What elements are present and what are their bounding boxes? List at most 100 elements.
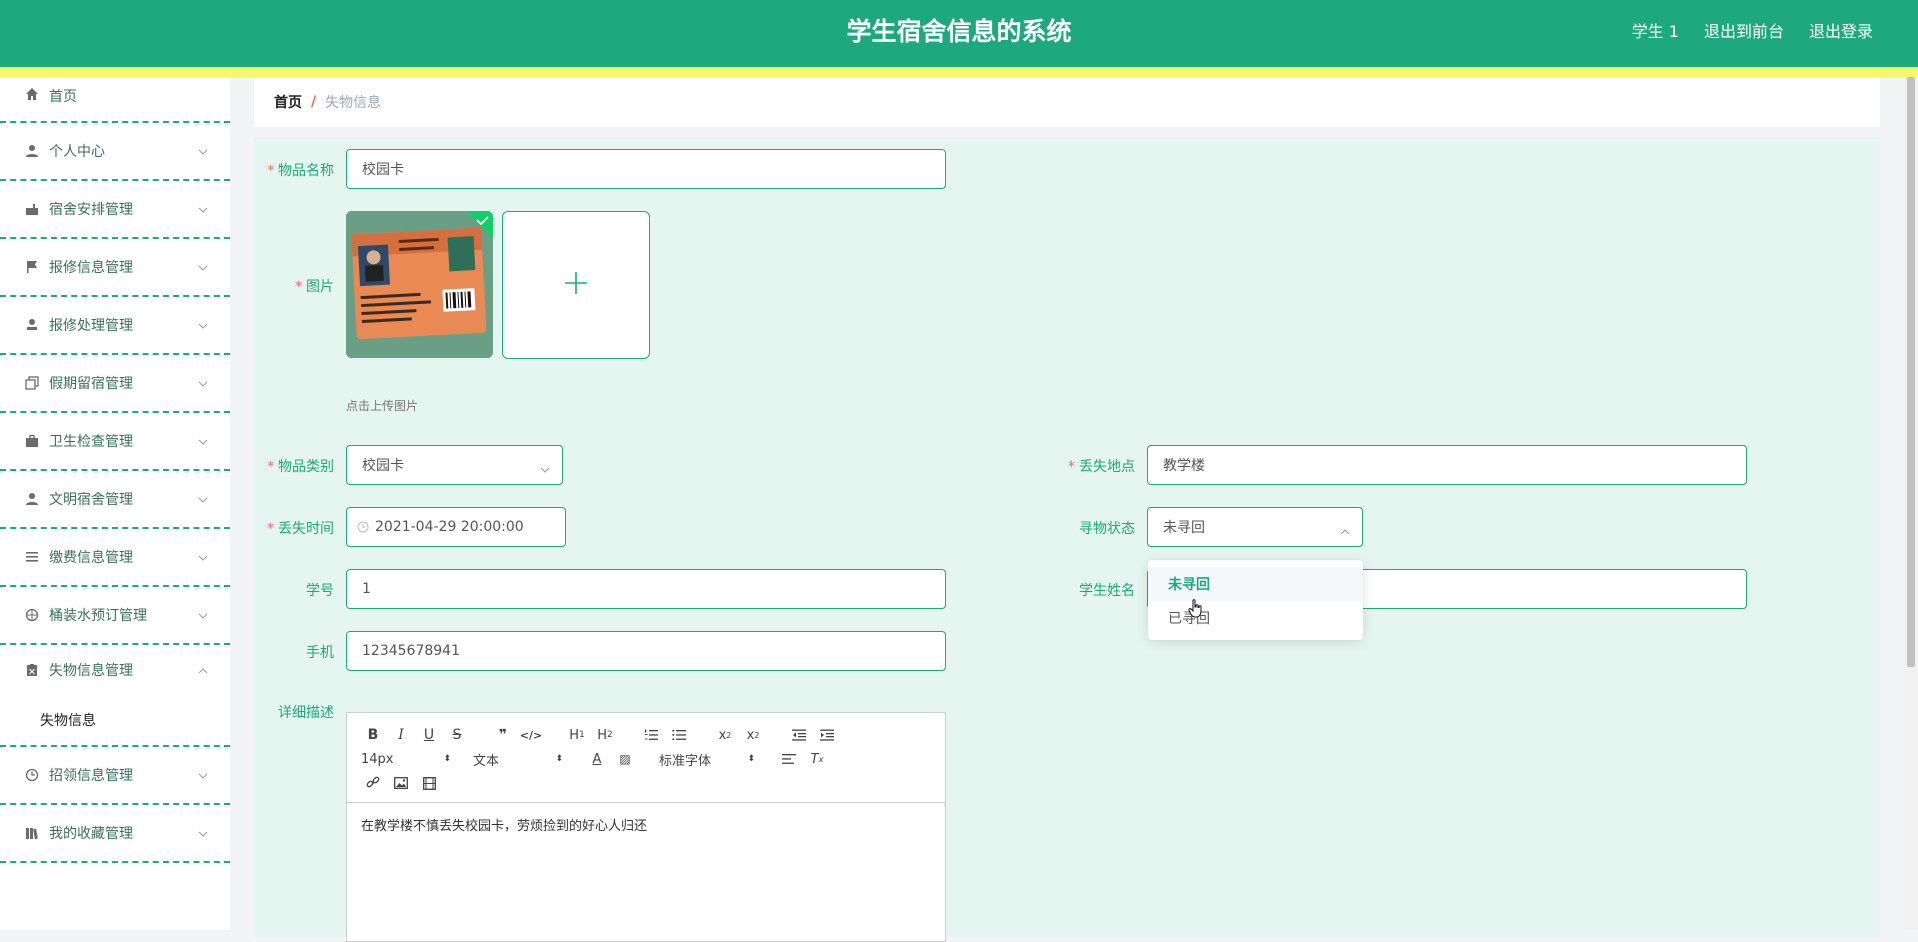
sidebar-item-label: 假期留宿管理 xyxy=(49,376,133,392)
sidebar-item-civilized-dorm[interactable]: 文明宿舍管理 xyxy=(0,471,230,529)
lost-time-label: * 丢失时间 xyxy=(267,521,334,537)
breadcrumb-separator: / xyxy=(311,94,317,110)
sidebar-item-label: 文明宿舍管理 xyxy=(49,492,133,508)
sidebar-item-repair-info[interactable]: 报修信息管理 xyxy=(0,239,230,297)
sidebar-item-label: 失物信息管理 xyxy=(49,663,133,679)
student-no-label: 学号 xyxy=(306,583,334,599)
underline-icon[interactable]: U xyxy=(417,724,441,746)
chevron-down-icon xyxy=(198,607,208,623)
code-block-icon[interactable]: </> xyxy=(519,724,543,746)
bold-icon[interactable]: B xyxy=(361,724,385,746)
editor-content[interactable]: 在教学楼不慎丢失校园卡，劳烦捡到的好心人归还 xyxy=(347,803,945,846)
sidebar-item-personal-center[interactable]: 个人中心 xyxy=(0,123,230,181)
category-selected-value: 校园卡 xyxy=(362,458,404,474)
align-icon[interactable] xyxy=(777,748,801,770)
sidebar-subitem-lost-info[interactable]: 失物信息 xyxy=(0,695,230,747)
status-option-not-found[interactable]: 未寻回 xyxy=(1148,567,1363,601)
sidebar-item-found-items[interactable]: 招领信息管理 xyxy=(0,747,230,805)
strikethrough-icon[interactable]: S xyxy=(445,724,469,746)
sidebar-item-label: 缴费信息管理 xyxy=(49,550,133,566)
hand-cursor-icon xyxy=(1188,599,1204,623)
sidebar-item-lost-items[interactable]: 失物信息管理 xyxy=(0,645,230,695)
sidebar-item-label: 报修信息管理 xyxy=(49,260,133,276)
scrollbar-thumb[interactable] xyxy=(1907,77,1915,667)
superscript-icon[interactable]: x2 xyxy=(741,724,765,746)
heading-2-icon[interactable]: H2 xyxy=(593,724,617,746)
background-color-icon[interactable]: ▨ xyxy=(613,748,637,770)
font-family-value: 标准字体 xyxy=(659,753,712,769)
link-icon[interactable] xyxy=(361,772,385,794)
breadcrumb-home-link[interactable]: 首页 xyxy=(274,92,302,112)
sidebar-item-favorites[interactable]: 我的收藏管理 xyxy=(0,805,230,863)
item-name-label: * 物品名称 xyxy=(267,163,334,179)
sidebar-item-label: 卫生检查管理 xyxy=(49,434,133,450)
font-size-value: 14px xyxy=(361,751,394,767)
sidebar-item-label: 个人中心 xyxy=(49,144,105,160)
outdent-icon[interactable] xyxy=(787,724,811,746)
video-icon[interactable] xyxy=(417,772,441,794)
chevron-down-icon xyxy=(198,259,208,275)
bullet-list-icon[interactable] xyxy=(667,724,691,746)
sidebar-item-payment-info[interactable]: 缴费信息管理 xyxy=(0,529,230,587)
sidebar-item-holiday-stay[interactable]: 假期留宿管理 xyxy=(0,355,230,413)
chevron-down-icon xyxy=(540,461,550,477)
chevron-down-icon xyxy=(198,375,208,391)
flag-icon xyxy=(24,259,40,275)
current-user-link[interactable]: 学生 1 xyxy=(1632,20,1679,44)
sidebar-item-label: 我的收藏管理 xyxy=(49,826,133,842)
chevron-down-icon xyxy=(198,825,208,841)
editor-toolbar: B I U S ❞ </> H1 H2 x2 x2 14px ⬍ 文本 ⬍ A … xyxy=(347,713,945,803)
italic-icon[interactable]: I xyxy=(389,724,413,746)
blockquote-icon[interactable]: ❞ xyxy=(491,724,515,746)
image-icon[interactable] xyxy=(389,772,413,794)
status-select[interactable]: 未寻回 xyxy=(1147,507,1363,547)
sidebar-item-label: 宿舍安排管理 xyxy=(49,202,133,218)
heading-1-icon[interactable]: H1 xyxy=(565,724,589,746)
copy-icon xyxy=(24,375,40,391)
page-scrollbar[interactable] xyxy=(1904,77,1918,930)
stamp-icon xyxy=(24,317,40,333)
student-no-input[interactable]: 1 xyxy=(346,569,946,609)
chevron-up-icon xyxy=(1340,523,1350,539)
logout-link[interactable]: 退出登录 xyxy=(1809,20,1873,44)
updown-icon: ⬍ xyxy=(443,754,451,764)
font-family-picker[interactable]: 标准字体 ⬍ xyxy=(659,750,755,769)
sidebar-item-water-booking[interactable]: 桶装水预订管理 xyxy=(0,587,230,645)
sidebar-item-dorm-arrangement[interactable]: 宿舍安排管理 xyxy=(0,181,230,239)
status-label: 寻物状态 xyxy=(1079,521,1135,537)
phone-label: 手机 xyxy=(306,645,334,661)
clear-format-icon[interactable]: Tx xyxy=(805,748,829,770)
breadcrumb: 首页 / 失物信息 xyxy=(254,77,1880,127)
category-label: * 物品类别 xyxy=(267,459,334,475)
status-option-found[interactable]: 已寻回 xyxy=(1148,601,1363,635)
chevron-down-icon xyxy=(198,201,208,217)
lost-time-picker[interactable]: 2021-04-29 20:00:00 xyxy=(346,507,566,547)
uploaded-card-image[interactable] xyxy=(346,211,493,358)
font-color-icon[interactable]: A xyxy=(585,748,609,770)
home-icon xyxy=(24,86,40,102)
subscript-icon[interactable]: x2 xyxy=(713,724,737,746)
chevron-down-icon xyxy=(198,433,208,449)
sidebar-item-repair-handling[interactable]: 报修处理管理 xyxy=(0,297,230,355)
category-select[interactable]: 校园卡 xyxy=(346,445,563,485)
format-picker[interactable]: 文本 ⬍ xyxy=(473,750,563,769)
lost-time-value: 2021-04-29 20:00:00 xyxy=(375,519,524,535)
image-upload-button[interactable] xyxy=(502,211,650,359)
plus-icon xyxy=(563,270,589,300)
updown-icon: ⬍ xyxy=(747,754,755,764)
sidebar-item-hygiene-check[interactable]: 卫生检查管理 xyxy=(0,413,230,471)
item-name-input[interactable]: 校园卡 xyxy=(346,149,946,189)
student-name-label: 学生姓名 xyxy=(1079,583,1135,599)
clock-icon xyxy=(357,521,369,533)
sidebar-subitem-label: 失物信息 xyxy=(40,713,96,729)
indent-icon[interactable] xyxy=(815,724,839,746)
ordered-list-icon[interactable] xyxy=(639,724,663,746)
lost-place-input[interactable]: 教学楼 xyxy=(1147,445,1747,485)
rich-text-editor[interactable]: B I U S ❞ </> H1 H2 x2 x2 14px ⬍ 文本 ⬍ A … xyxy=(346,712,946,942)
clipboard-icon xyxy=(24,662,40,678)
phone-input[interactable]: 12345678941 xyxy=(346,631,946,671)
chevron-up-icon xyxy=(198,662,208,678)
sidebar-item-home[interactable]: 首页 xyxy=(0,77,230,123)
exit-to-frontend-link[interactable]: 退出到前台 xyxy=(1704,20,1784,44)
font-size-picker[interactable]: 14px ⬍ xyxy=(361,752,451,767)
